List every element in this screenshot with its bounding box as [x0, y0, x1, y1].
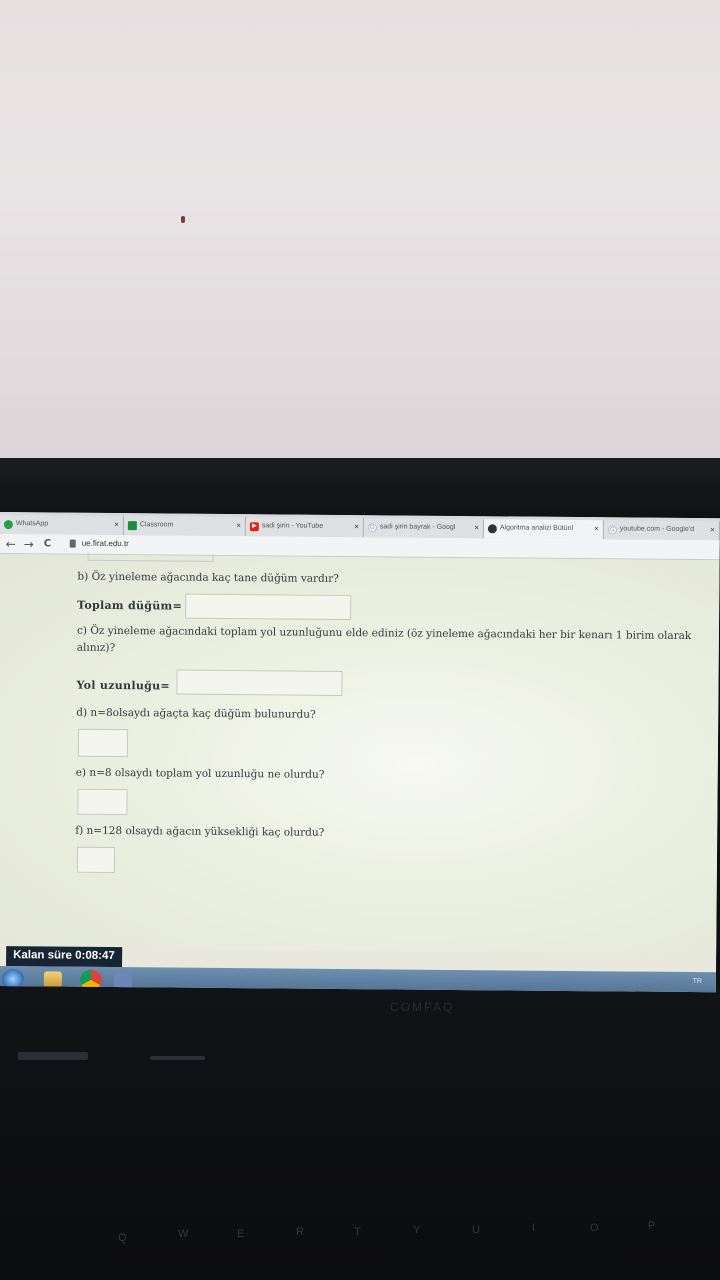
youtube-icon: ▶	[249, 522, 259, 532]
close-icon[interactable]: ×	[114, 520, 119, 529]
tab-youtube[interactable]: ▶ sadi şirin - YouTube ×	[245, 517, 364, 538]
keyboard-key-i: I	[532, 1222, 536, 1234]
tab-youtube-google[interactable]: G youtube.com - Google'd ×	[603, 520, 720, 541]
keyboard-key-y: Y	[413, 1224, 421, 1236]
tab-label: WhatsApp	[15, 520, 49, 528]
path-length-input[interactable]	[176, 669, 343, 696]
question-f: f) n=128 olsaydı ağacın yüksekliği kaç o…	[75, 824, 325, 839]
monitor-bezel-top	[0, 458, 720, 516]
background-wall	[0, 0, 720, 462]
tab-classroom[interactable]: Classroom ×	[123, 516, 246, 537]
path-length-label: Yol uzunluğu=	[76, 678, 171, 693]
lock-icon	[69, 539, 76, 548]
keyboard-key-e: E	[237, 1228, 245, 1240]
site-icon	[487, 524, 497, 534]
language-indicator[interactable]: TR	[693, 978, 702, 985]
keyboard-key-o: O	[590, 1222, 599, 1234]
close-icon[interactable]: ×	[354, 522, 359, 531]
close-icon[interactable]: ×	[474, 523, 479, 532]
classroom-icon	[127, 521, 137, 531]
previous-answer-field[interactable]	[87, 552, 214, 562]
keyboard-key-p: P	[648, 1220, 656, 1232]
tab-algoritma-analizi[interactable]: Algoritma analizi Bütünl ×	[483, 519, 604, 540]
tab-google-search[interactable]: G sadi şirin bayrak - Googl ×	[363, 518, 484, 539]
keyboard-key-u: U	[472, 1224, 480, 1236]
hinge-mark-right	[150, 1056, 205, 1060]
tab-label: sadi şirin bayrak - Googl	[379, 523, 456, 531]
back-button[interactable]: ←	[6, 536, 16, 552]
exam-page: b) Öz yineleme ağacında kaç tane düğüm v…	[0, 552, 720, 955]
question-b: b) Öz yineleme ağacında kaç tane düğüm v…	[77, 570, 339, 585]
keyboard-key-q: Q	[118, 1232, 127, 1244]
remaining-time-badge: Kalan süre 0:08:47	[6, 946, 123, 968]
question-e: e) n=8 olsaydı toplam yol uzunluğu ne ol…	[75, 766, 325, 781]
close-icon[interactable]: ×	[236, 521, 241, 530]
app-icon[interactable]	[113, 971, 132, 990]
forward-button[interactable]: →	[24, 536, 34, 552]
google-icon: G	[607, 525, 617, 535]
keyboard-key-w: W	[178, 1228, 189, 1240]
laptop-screen: WhatsApp × Classroom × ▶ sadi şirin - Yo…	[0, 512, 720, 993]
question-d: d) n=8olsaydı ağaçta kaç düğüm bulunurdu…	[76, 706, 316, 721]
tab-label: youtube.com - Google'd	[619, 525, 695, 534]
total-nodes-input[interactable]	[185, 593, 352, 621]
question-e-input[interactable]	[77, 788, 128, 816]
reload-button[interactable]: C	[44, 536, 51, 552]
keyboard-key-t: T	[354, 1226, 361, 1238]
tab-label: Algoritma analizi Bütünl	[499, 524, 574, 533]
address-bar[interactable]: ue.firat.edu.tr	[82, 539, 129, 548]
tab-label: sadi şirin - YouTube	[261, 522, 324, 530]
explorer-icon[interactable]	[43, 971, 62, 988]
total-nodes-label: Toplam düğüm=	[77, 598, 183, 613]
laptop-brand-logo: COMPAQ	[390, 1000, 455, 1014]
close-icon[interactable]: ×	[594, 524, 599, 533]
question-c: c) Öz yineleme ağacındaki toplam yol uzu…	[76, 624, 692, 655]
wall-mark	[181, 216, 185, 223]
tab-label: Classroom	[139, 521, 174, 529]
close-icon[interactable]: ×	[710, 525, 715, 534]
whatsapp-icon	[3, 520, 13, 530]
question-f-input[interactable]	[76, 846, 116, 874]
keyboard-key-r: R	[296, 1226, 304, 1238]
google-icon: G	[367, 523, 377, 533]
tab-whatsapp[interactable]: WhatsApp ×	[0, 514, 124, 536]
hinge-mark-left	[18, 1052, 88, 1060]
question-d-input[interactable]	[77, 728, 129, 758]
